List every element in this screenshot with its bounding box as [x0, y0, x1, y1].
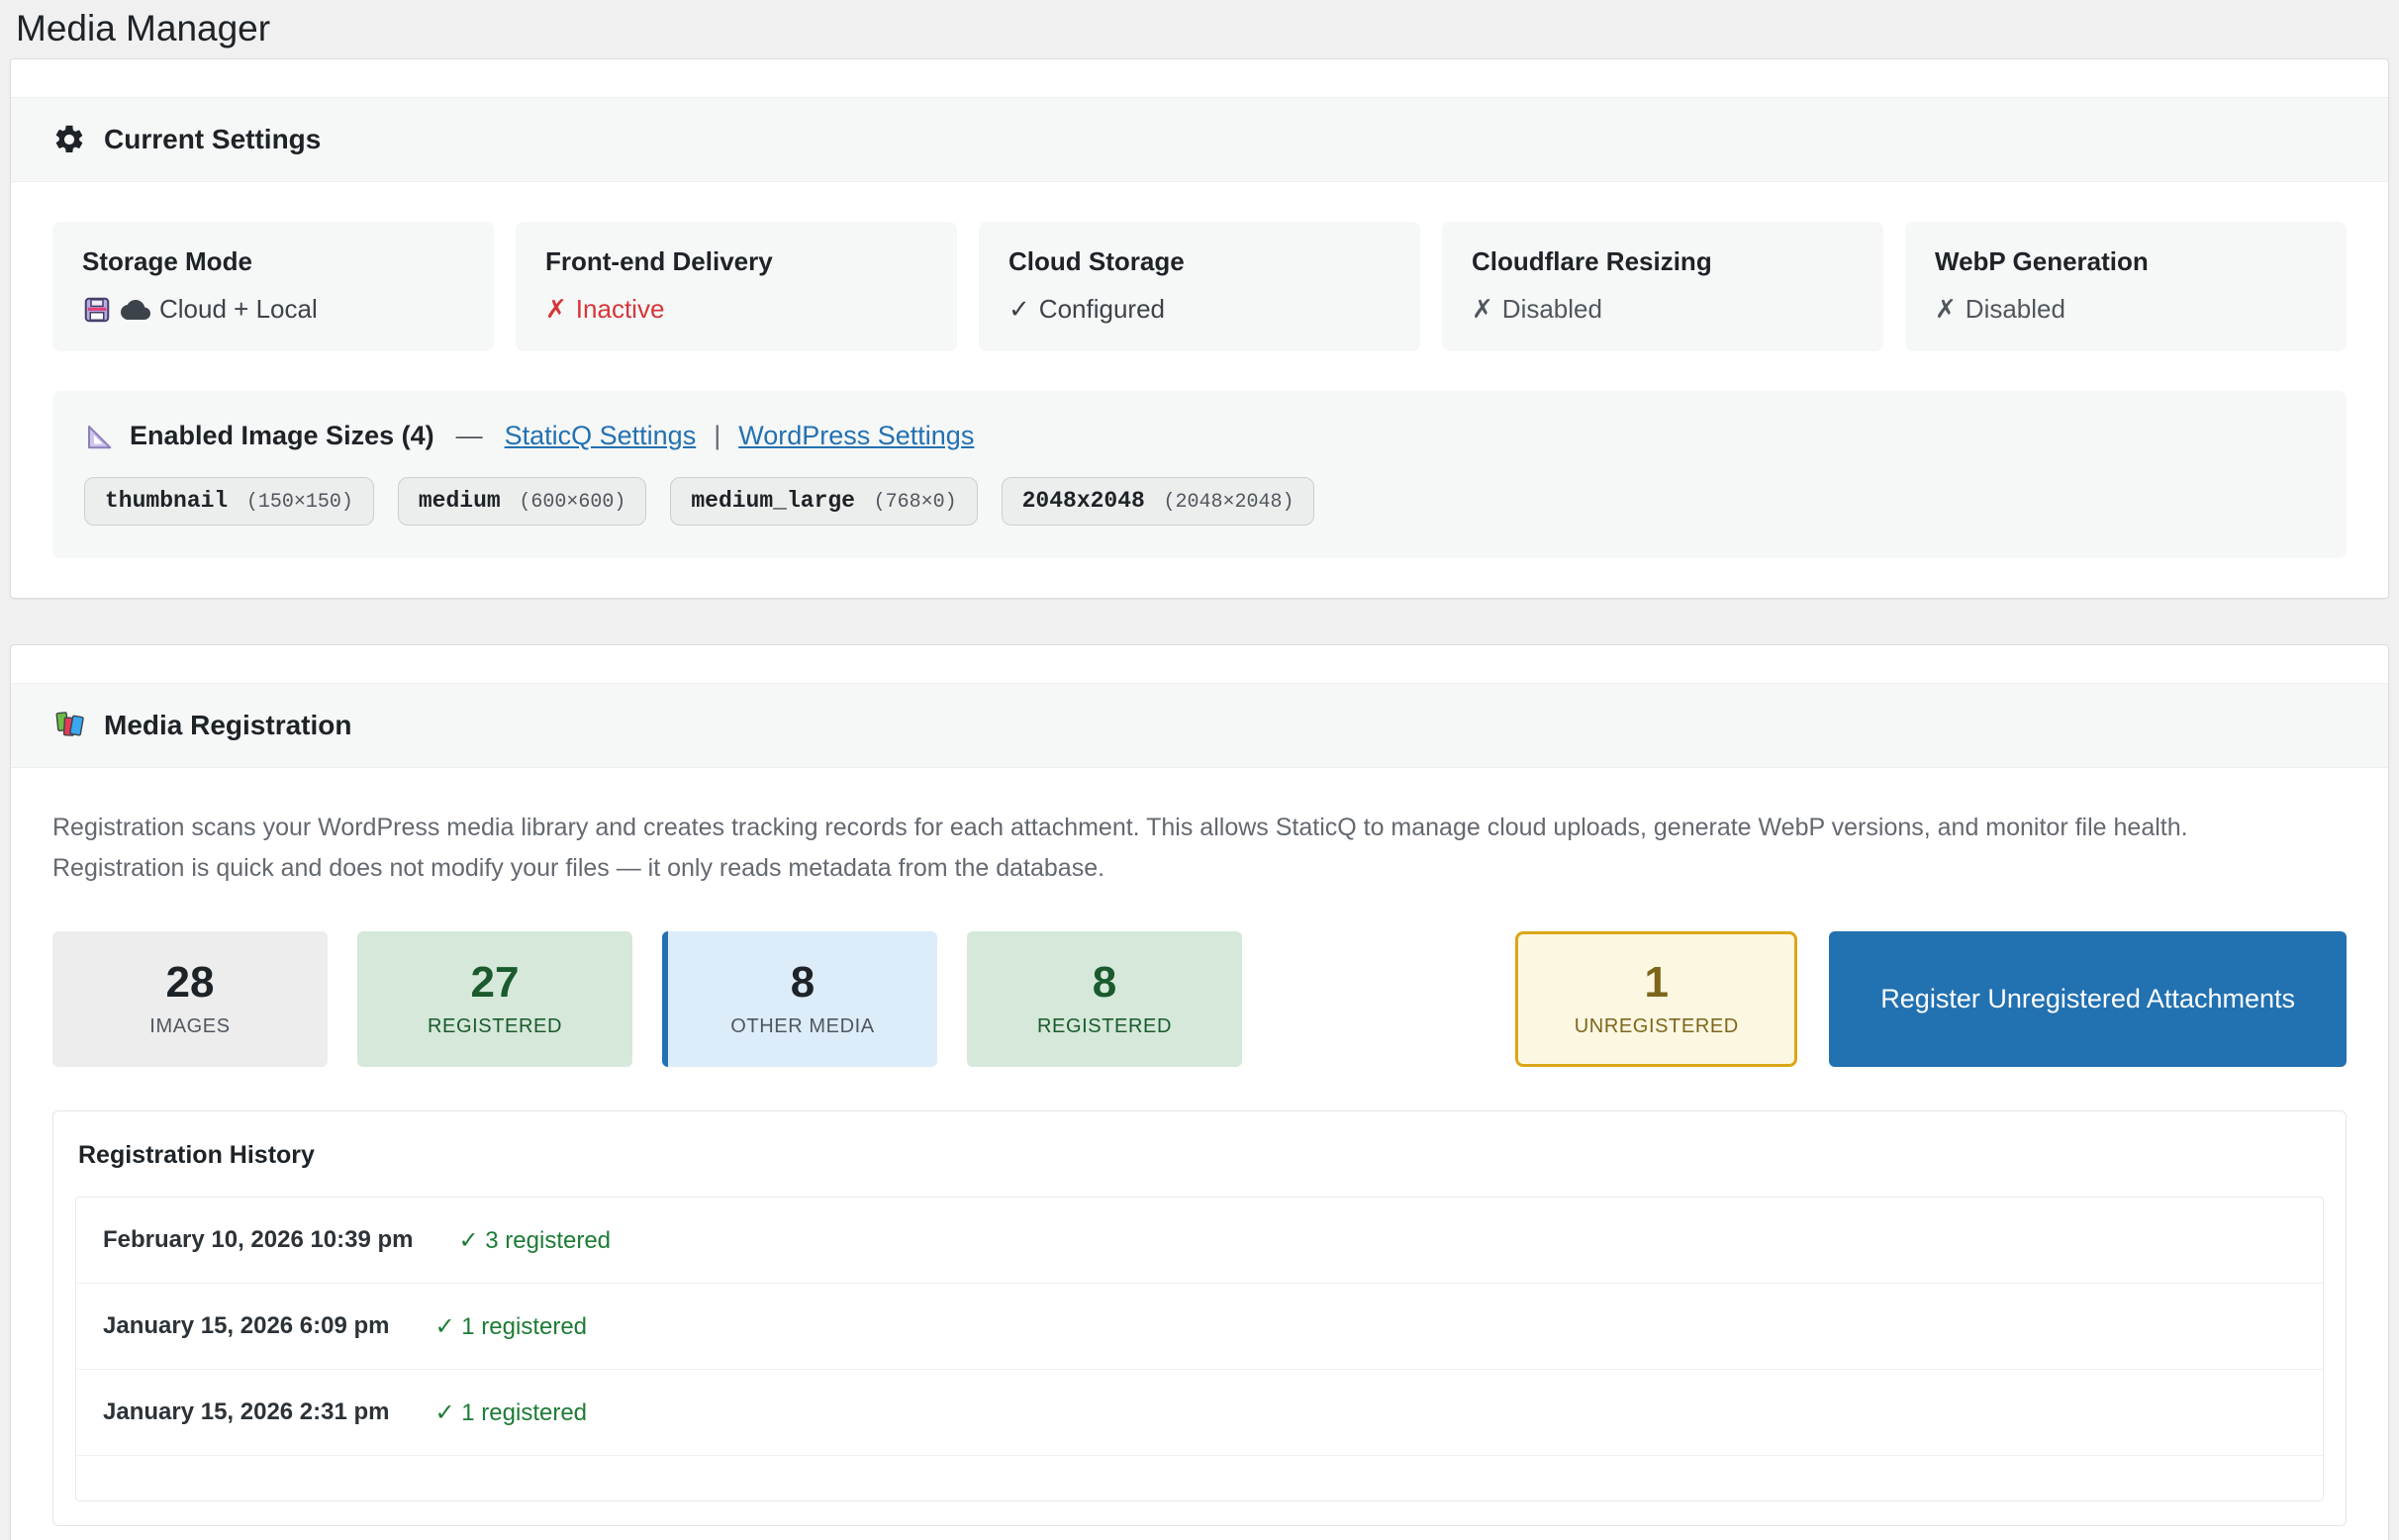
setting-label: Front-end Delivery	[545, 246, 927, 277]
books-icon	[52, 709, 86, 742]
triangular-ruler-icon	[84, 422, 114, 451]
size-tag-thumbnail: thumbnail (150×150)	[84, 477, 374, 526]
setting-cloudflare-resizing: Cloudflare Resizing ✗ Disabled	[1442, 222, 1883, 351]
stat-value: 8	[1093, 961, 1116, 1005]
size-name: thumbnail	[105, 488, 228, 514]
setting-value: Cloud + Local	[82, 294, 464, 325]
registration-stats-row: 28 IMAGES 27 REGISTERED 8 OTHER MEDIA 8 …	[52, 931, 2347, 1067]
setting-value-text: Inactive	[576, 294, 665, 325]
floppy-disk-icon	[82, 295, 112, 325]
current-settings-card: Current Settings Storage Mode	[10, 58, 2389, 599]
setting-value-text: Disabled	[1502, 294, 1602, 325]
size-name: medium_large	[691, 488, 855, 514]
stat-label: UNREGISTERED	[1575, 1015, 1739, 1038]
current-settings-header: Current Settings	[11, 97, 2388, 182]
history-date: January 15, 2026 6:09 pm	[103, 1312, 390, 1340]
cross-icon: ✗	[1472, 294, 1493, 325]
size-tag-medium: medium (600×600)	[398, 477, 646, 526]
stat-value: 1	[1645, 961, 1669, 1005]
size-tag-2048x2048: 2048x2048 (2048×2048)	[1002, 477, 1315, 526]
setting-storage-mode: Storage Mode Cloud + Local	[52, 222, 494, 351]
registration-description-line2: Registration is quick and does not modif…	[52, 854, 1104, 882]
size-name: medium	[419, 488, 501, 514]
staticq-settings-link[interactable]: StaticQ Settings	[505, 421, 697, 451]
register-unregistered-button[interactable]: Register Unregistered Attachments	[1829, 931, 2347, 1067]
current-settings-body: Storage Mode Cloud + Local	[11, 182, 2388, 598]
check-icon: ✓	[1008, 294, 1030, 325]
setting-value: ✗ Disabled	[1935, 294, 2317, 325]
enabled-image-sizes-title: Enabled Image Sizes (4)	[130, 421, 434, 451]
setting-value: ✗ Inactive	[545, 294, 927, 325]
media-registration-header: Media Registration	[11, 683, 2388, 768]
registration-history-list: February 10, 2026 10:39 pm ✓ 3 registere…	[75, 1197, 2324, 1501]
stat-label: OTHER MEDIA	[730, 1015, 875, 1038]
setting-frontend-delivery: Front-end Delivery ✗ Inactive	[516, 222, 957, 351]
size-name: 2048x2048	[1022, 488, 1145, 514]
media-manager-page: Media Manager Current Settings Storage M…	[0, 0, 2399, 1540]
cross-icon: ✗	[545, 294, 567, 325]
history-date: February 10, 2026 10:39 pm	[103, 1226, 414, 1254]
history-row: January 15, 2026 6:09 pm ✓ 1 registered	[76, 1284, 2323, 1370]
stat-value: 27	[471, 961, 520, 1005]
gear-icon	[52, 123, 86, 156]
registration-history-panel: Registration History February 10, 2026 1…	[52, 1110, 2347, 1526]
history-result: ✓ 1 registered	[435, 1312, 588, 1341]
stat-other-media: 8 OTHER MEDIA	[662, 931, 937, 1067]
stat-value: 28	[166, 961, 215, 1005]
stat-other-registered: 8 REGISTERED	[967, 931, 1242, 1067]
setting-value-text: Configured	[1039, 294, 1165, 325]
size-dims: (600×600)	[519, 491, 625, 514]
setting-value-text: Cloud + Local	[159, 294, 318, 325]
settings-grid: Storage Mode Cloud + Local	[52, 222, 2347, 351]
current-settings-title: Current Settings	[104, 124, 321, 155]
cloud-icon	[121, 295, 150, 325]
stat-label: IMAGES	[149, 1015, 230, 1038]
stat-label: REGISTERED	[428, 1015, 562, 1038]
media-registration-card: Media Registration Registration scans yo…	[10, 644, 2389, 1540]
size-dims: (150×150)	[246, 491, 353, 514]
setting-webp-generation: WebP Generation ✗ Disabled	[1905, 222, 2347, 351]
history-date: January 15, 2026 2:31 pm	[103, 1398, 390, 1426]
dash-separator: —	[456, 421, 483, 451]
stat-images: 28 IMAGES	[52, 931, 328, 1067]
size-dims: (2048×2048)	[1163, 491, 1294, 514]
stat-unregistered: 1 UNREGISTERED	[1515, 931, 1797, 1067]
history-row: January 15, 2026 2:31 pm ✓ 1 registered	[76, 1370, 2323, 1456]
stat-value: 8	[791, 961, 815, 1005]
cross-icon: ✗	[1935, 294, 1957, 325]
enabled-image-sizes-header: Enabled Image Sizes (4) — StaticQ Settin…	[84, 421, 2315, 451]
image-size-tags: thumbnail (150×150) medium (600×600) med…	[84, 477, 2315, 526]
history-row: February 10, 2026 10:39 pm ✓ 3 registere…	[76, 1198, 2323, 1284]
setting-label: Storage Mode	[82, 246, 464, 277]
stat-label: REGISTERED	[1037, 1015, 1172, 1038]
setting-label: WebP Generation	[1935, 246, 2317, 277]
history-row-empty	[76, 1456, 2323, 1500]
page-title: Media Manager	[10, 0, 2389, 58]
stat-images-registered: 27 REGISTERED	[357, 931, 632, 1067]
registration-description: Registration scans your WordPress media …	[52, 808, 2347, 888]
setting-value-text: Disabled	[1966, 294, 2065, 325]
registration-history-title: Registration History	[78, 1141, 2324, 1170]
setting-value: ✓ Configured	[1008, 294, 1391, 325]
wordpress-settings-link[interactable]: WordPress Settings	[738, 421, 974, 451]
registration-description-line1: Registration scans your WordPress media …	[52, 814, 2188, 841]
link-divider: |	[714, 421, 720, 451]
setting-label: Cloud Storage	[1008, 246, 1391, 277]
setting-cloud-storage: Cloud Storage ✓ Configured	[979, 222, 1420, 351]
history-result: ✓ 3 registered	[459, 1226, 612, 1255]
setting-label: Cloudflare Resizing	[1472, 246, 1854, 277]
setting-value: ✗ Disabled	[1472, 294, 1854, 325]
size-dims: (768×0)	[874, 491, 957, 514]
media-registration-title: Media Registration	[104, 710, 351, 741]
media-registration-body: Registration scans your WordPress media …	[11, 768, 2388, 1540]
enabled-image-sizes-panel: Enabled Image Sizes (4) — StaticQ Settin…	[52, 391, 2347, 558]
history-result: ✓ 1 registered	[435, 1398, 588, 1427]
size-tag-medium-large: medium_large (768×0)	[670, 477, 977, 526]
